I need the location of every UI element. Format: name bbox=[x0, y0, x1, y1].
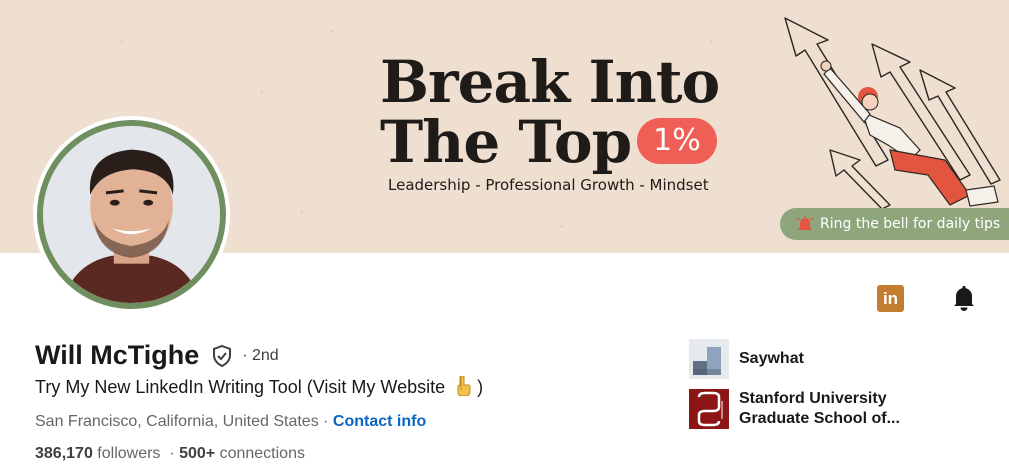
banner-headline-line1: Break Into bbox=[380, 48, 720, 116]
profile-location: San Francisco, California, United States bbox=[35, 413, 319, 430]
linkedin-badge-icon[interactable]: in bbox=[877, 285, 904, 312]
banner-percent-badge: 1% bbox=[637, 118, 717, 164]
banner-tagline: Leadership - Professional Growth - Minds… bbox=[388, 176, 709, 194]
stanford-gsb-logo-icon bbox=[689, 389, 729, 429]
rising-arrows-illustration bbox=[784, 17, 1001, 210]
connections-count: 500+ bbox=[179, 445, 216, 462]
followers-count: 386,170 bbox=[35, 445, 93, 462]
ring-bell-tip: Ring the bell for daily tips bbox=[780, 208, 1009, 240]
profile-card: Break Into The Top 1% Leadership - Profes… bbox=[0, 0, 1009, 472]
avatar-photo bbox=[43, 126, 220, 303]
location-row: San Francisco, California, United States… bbox=[35, 413, 426, 431]
saywhat-logo-icon bbox=[689, 339, 729, 379]
name-row: Will McTighe · 2nd bbox=[35, 340, 279, 371]
connections-label: connections bbox=[215, 445, 305, 462]
connections-link[interactable]: 500+ connections bbox=[179, 445, 305, 462]
profile-name: Will McTighe bbox=[35, 340, 200, 370]
profile-headline: Try My New LinkedIn Writing Tool (Visit … bbox=[35, 376, 483, 398]
connections-separator: · bbox=[160, 445, 180, 462]
profile-headline-close: ) bbox=[477, 377, 484, 397]
alarm-bell-icon bbox=[796, 215, 814, 230]
stanford-gsb-name: Stanford University Graduate School of..… bbox=[739, 390, 900, 427]
network-stats: 386,170 followers · 500+ connections bbox=[35, 445, 305, 463]
location-separator: · bbox=[318, 413, 333, 430]
connection-degree: · 2nd bbox=[242, 346, 279, 364]
followers-link[interactable]: 386,170 followers bbox=[35, 445, 160, 462]
pointing-down-emoji-icon bbox=[457, 376, 471, 396]
banner-headline-line2: The Top bbox=[380, 108, 632, 176]
banner-headline: Break Into The Top 1% bbox=[380, 48, 720, 172]
contact-info-link[interactable]: Contact info bbox=[333, 413, 426, 430]
followers-label: followers bbox=[92, 445, 161, 462]
ring-bell-tip-text: Ring the bell for daily tips bbox=[820, 216, 1001, 232]
education-stanford-gsb[interactable]: Stanford University Graduate School of..… bbox=[689, 389, 929, 429]
profile-avatar[interactable] bbox=[33, 116, 230, 313]
saywhat-name: Saywhat bbox=[739, 350, 804, 367]
current-company-saywhat[interactable]: Saywhat bbox=[689, 339, 804, 379]
bell-icon[interactable] bbox=[950, 284, 978, 312]
shield-check-icon[interactable] bbox=[210, 344, 234, 368]
avatar-open-to-work-ring bbox=[37, 120, 226, 309]
profile-headline-text: Try My New LinkedIn Writing Tool (Visit … bbox=[35, 377, 446, 397]
